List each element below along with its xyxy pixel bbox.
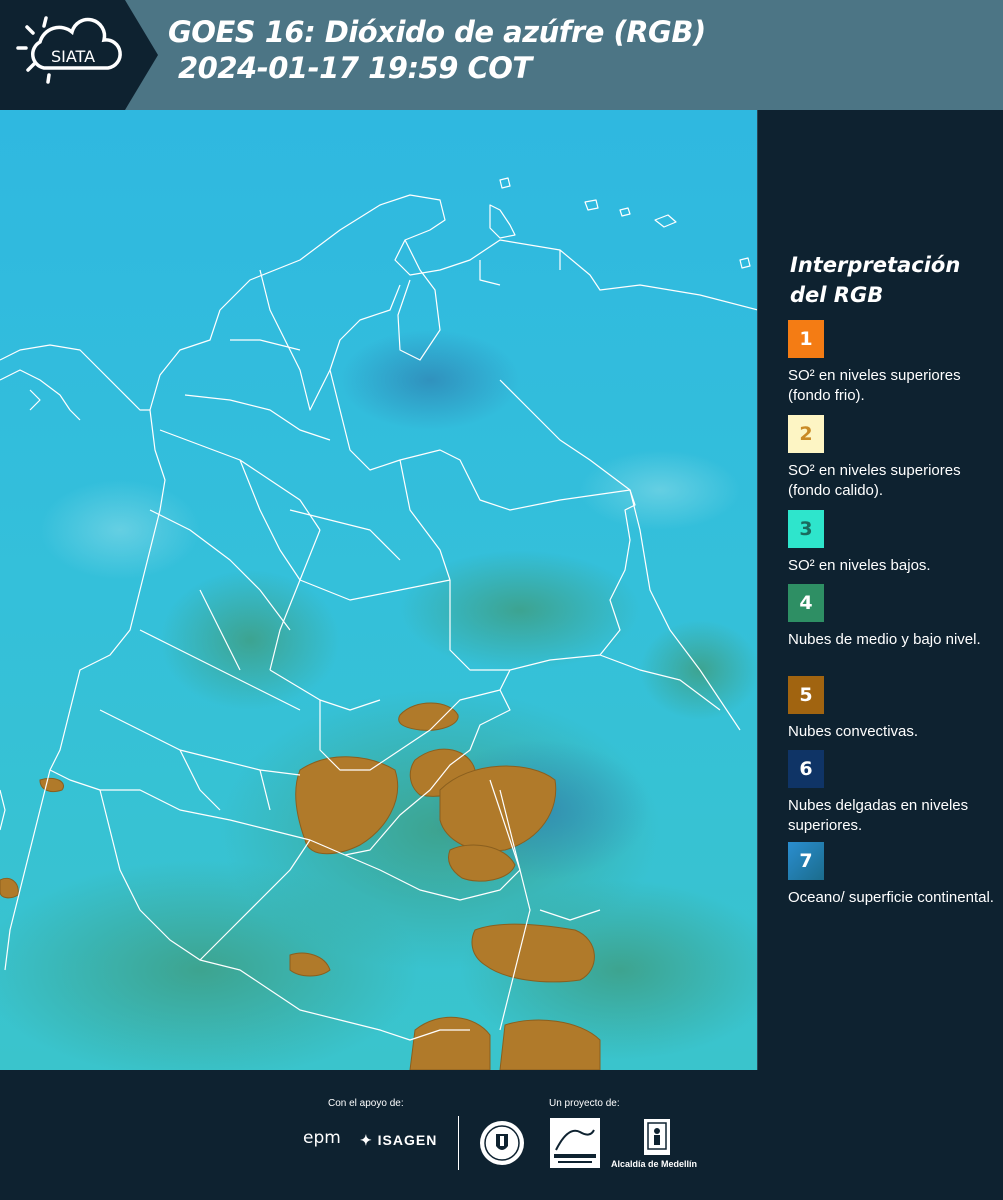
legend-text-3: SO² en niveles bajos.: [788, 557, 931, 574]
support-label: Con el apoyo de:: [328, 1098, 404, 1109]
legend-swatch-7: 7: [788, 842, 824, 880]
isagen-icon: ✦: [360, 1132, 373, 1148]
area-metropolitana-logo: [550, 1118, 600, 1173]
legend-item-7: 7 Oceano/ superficie continental.: [788, 842, 998, 908]
title-timestamp: 2024-01-17 19:59 COT: [178, 51, 532, 85]
page-title: GOES 16: Dióxido de azúfre (RGB) 2024-01…: [168, 14, 706, 86]
map-image: [0, 110, 757, 1070]
title-line1: GOES 16: Dióxido de azúfre (RGB): [168, 15, 706, 49]
legend-swatch-3: 3: [788, 510, 824, 548]
legend-item-5: 5 Nubes convectivas.: [788, 676, 998, 742]
legend-title: Interpretación del RGB: [790, 253, 961, 307]
legend-text-6: Nubes delgadas en niveles superiores.: [788, 797, 969, 834]
legend-text-7: Oceano/ superficie continental.: [788, 889, 994, 906]
header-bar: SIATA GOES 16: Dióxido de azúfre (RGB) 2…: [0, 0, 1003, 110]
legend-text-1: SO² en niveles superiores (fondo frio).: [788, 367, 961, 404]
legend-swatch-1: 1: [788, 320, 824, 358]
siata-logo-text: SIATA: [51, 47, 95, 66]
legend-text-5: Nubes convectivas.: [788, 723, 919, 740]
alcaldia-caption: Alcaldía de Medellín: [611, 1159, 698, 1169]
footer-divider: [458, 1116, 459, 1170]
legend-swatch-6: 6: [788, 750, 824, 788]
alcaldia-medellin-logo: [643, 1118, 671, 1161]
project-label: Un proyecto de:: [549, 1098, 620, 1109]
legend-swatch-4: 4: [788, 584, 824, 622]
legend-text-2: SO² en niveles superiores (fondo calido)…: [788, 462, 961, 499]
isagen-logo: ✦ ISAGEN: [360, 1132, 438, 1148]
siata-logo: SIATA: [0, 0, 158, 110]
satellite-map[interactable]: [0, 110, 758, 1070]
legend-item-6: 6 Nubes delgadas en niveles superiores.: [788, 750, 998, 836]
rgb-legend: Interpretación del RGB 1 SO² en niveles …: [760, 110, 1003, 1070]
legend-swatch-2: 2: [788, 415, 824, 453]
legend-item-2: 2 SO² en niveles superiores (fondo calid…: [788, 415, 998, 501]
medellin-seal-icon: [478, 1118, 526, 1173]
epm-logo: epm: [303, 1128, 341, 1148]
legend-item-4: 4 Nubes de medio y bajo nivel.: [788, 584, 998, 650]
legend-item-3: 3 SO² en niveles bajos.: [788, 510, 998, 576]
legend-item-1: 1 SO² en niveles superiores (fondo frio)…: [788, 320, 998, 406]
footer: Con el apoyo de: Un proyecto de: epm ✦ I…: [0, 1070, 1003, 1200]
legend-swatch-5: 5: [788, 676, 824, 714]
legend-text-4: Nubes de medio y bajo nivel.: [788, 631, 981, 648]
